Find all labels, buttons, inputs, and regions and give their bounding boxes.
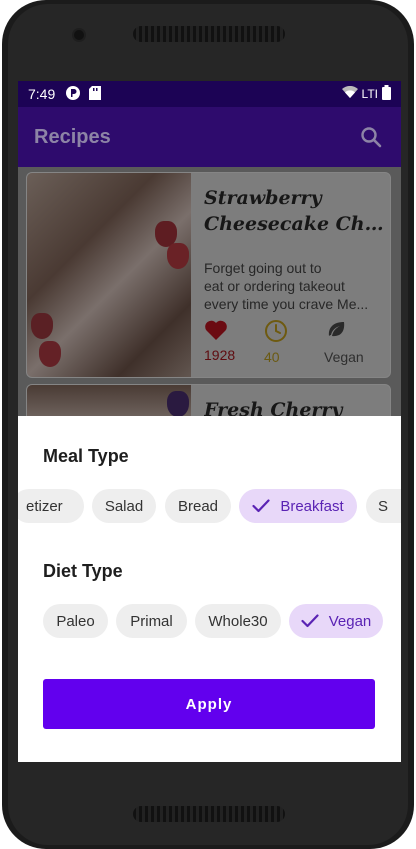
recipe-description-line: eat or ordering takeout xyxy=(204,278,345,294)
recipe-title-line: Strawberry xyxy=(204,187,322,209)
recipe-title: Strawberry Cheesecake Choc... xyxy=(204,185,384,237)
check-icon xyxy=(301,614,319,628)
app-title: Recipes xyxy=(34,125,111,148)
app-bar: Recipes xyxy=(18,107,401,167)
leaf-icon xyxy=(328,322,345,337)
minutes-count: 40 xyxy=(264,349,280,365)
chip-whole30[interactable]: Whole30 xyxy=(195,604,281,638)
chip-salad[interactable]: Salad xyxy=(92,489,156,523)
clock-icon xyxy=(265,320,287,342)
recipe-description: Forget going out to eat or ordering take… xyxy=(204,259,384,313)
search-icon xyxy=(361,127,382,148)
chip-label: Primal xyxy=(130,612,173,630)
check-icon xyxy=(252,499,270,513)
chip-vegan[interactable]: Vegan xyxy=(289,604,383,638)
chip-label: etizer xyxy=(26,497,63,515)
apply-button[interactable]: Apply xyxy=(43,679,375,729)
chip-appetizer[interactable]: etizer xyxy=(18,489,84,523)
recipe-card[interactable]: Strawberry Cheesecake Choc... Forget goi… xyxy=(26,172,391,378)
chip-label: Paleo xyxy=(56,612,95,630)
recipe-image xyxy=(27,173,191,377)
sync-icon xyxy=(65,85,81,104)
phone-frame: 7:49 LTI Recipes Strawberry Cheesecake C… xyxy=(0,0,416,849)
top-speaker xyxy=(133,26,285,42)
heart-icon xyxy=(205,320,227,340)
meal-type-title: Meal Type xyxy=(43,446,129,466)
sd-card-icon xyxy=(89,85,102,103)
chip-label: Breakfast xyxy=(280,497,344,515)
recipe-stats: 1928 40 Vegan xyxy=(204,319,384,365)
status-time: 7:49 xyxy=(28,86,56,102)
status-bar: 7:49 LTI xyxy=(18,81,401,107)
recipe-description-line: Forget going out to xyxy=(204,260,322,276)
recipe-title-line: Cheesecake Choc... xyxy=(204,213,384,235)
chip-primal[interactable]: Primal xyxy=(116,604,187,638)
network-label: LTI xyxy=(361,87,378,101)
chip-next[interactable]: S xyxy=(366,489,401,523)
filter-bottom-sheet: Meal Type etizer Salad Bread Breakfast S… xyxy=(18,416,401,762)
time-stat: 40 xyxy=(264,319,324,365)
meal-type-chips: etizer Salad Bread Breakfast S xyxy=(18,489,401,523)
diet-label: Vegan xyxy=(324,349,364,365)
chip-breakfast[interactable]: Breakfast xyxy=(239,489,357,523)
search-button[interactable] xyxy=(357,123,385,151)
likes-stat: 1928 xyxy=(204,319,264,365)
likes-count: 1928 xyxy=(204,347,236,363)
bottom-speaker xyxy=(133,806,285,822)
recipe-list: Strawberry Cheesecake Choc... Forget goi… xyxy=(18,167,401,444)
wifi-icon xyxy=(341,85,358,102)
screen: 7:49 LTI Recipes Strawberry Cheesecake C… xyxy=(18,81,401,762)
recipe-description-line: every time you crave Me... xyxy=(204,296,369,312)
chip-label: Whole30 xyxy=(208,612,268,630)
chip-label: Vegan xyxy=(328,612,372,630)
chip-label: Salad xyxy=(104,497,144,515)
chip-paleo[interactable]: Paleo xyxy=(43,604,108,638)
battery-icon xyxy=(382,85,391,103)
chip-bread[interactable]: Bread xyxy=(165,489,231,523)
chip-label: S xyxy=(378,497,389,515)
diet-type-title: Diet Type xyxy=(43,561,123,581)
front-camera xyxy=(72,28,86,42)
diet-type-chips: Paleo Primal Whole30 Vegan xyxy=(18,604,401,638)
vegan-stat: Vegan xyxy=(324,319,384,365)
chip-label: Bread xyxy=(177,497,219,515)
status-right: LTI xyxy=(341,85,391,103)
